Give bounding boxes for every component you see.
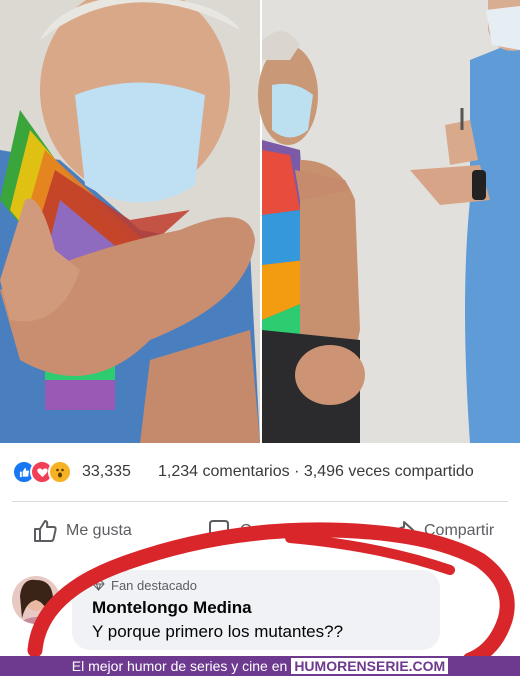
badge-label: Fan destacado xyxy=(111,578,198,593)
comment-author[interactable]: Montelongo Medina xyxy=(92,598,252,618)
comment-button[interactable]: Comentar xyxy=(206,518,310,544)
share-button[interactable]: Compartir xyxy=(390,518,494,544)
comment-label: Comentar xyxy=(240,522,311,539)
share-label: Compartir xyxy=(424,522,495,539)
post-photo[interactable] xyxy=(0,0,520,443)
top-fan-badge: Fan destacado xyxy=(92,578,197,593)
site-banner[interactable]: El mejor humor de series y cine en HUMOR… xyxy=(0,656,520,676)
like-button[interactable]: Me gusta xyxy=(32,518,132,544)
comment-text: Y porque primero los mutantes?? xyxy=(92,622,344,641)
post-stats: 33,335 1,234 comentarios · 3,496 veces c… xyxy=(0,443,520,501)
wow-icon xyxy=(48,460,72,484)
banner-text: El mejor humor de series y cine en xyxy=(71,658,288,674)
reaction-icons[interactable] xyxy=(12,460,72,484)
like-label: Me gusta xyxy=(66,522,132,539)
comment-bubble: Fan destacado Montelongo Medina Y porque… xyxy=(72,570,440,650)
share-icon xyxy=(392,521,414,540)
post-actions: Me gusta Comentar Compartir xyxy=(0,502,520,562)
banner-brand[interactable]: HUMORENSERIE.COM xyxy=(291,658,449,674)
thumbs-up-icon xyxy=(34,520,57,542)
avatar[interactable] xyxy=(12,576,60,624)
comment-icon xyxy=(209,520,229,541)
diamond-icon xyxy=(92,580,105,591)
comments-shares-count[interactable]: 1,234 comentarios · 3,496 veces comparti… xyxy=(158,463,474,481)
comment-section: Fan destacado Montelongo Medina Y porque… xyxy=(0,562,520,656)
reaction-count[interactable]: 33,335 xyxy=(82,463,131,481)
